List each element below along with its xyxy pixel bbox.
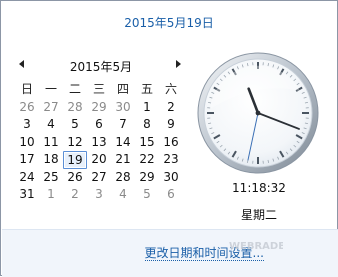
calendar-day[interactable]: 30 xyxy=(159,169,183,187)
calendar-week-row: 24 25 26 27 28 29 30 xyxy=(15,169,183,187)
weekday-header: 四 xyxy=(111,81,135,99)
calendar-nav: 2015年5月 xyxy=(15,58,187,74)
calendar-day[interactable]: 28 xyxy=(63,99,87,117)
calendar-day[interactable]: 4 xyxy=(39,116,63,134)
calendar-day[interactable]: 22 xyxy=(135,151,159,169)
calendar-day[interactable]: 3 xyxy=(15,116,39,134)
weekday-header: 三 xyxy=(87,81,111,99)
calendar-day[interactable]: 9 xyxy=(159,116,183,134)
calendar-day[interactable]: 5 xyxy=(135,186,159,204)
calendar-day[interactable]: 10 xyxy=(15,134,39,152)
calendar-day[interactable]: 6 xyxy=(159,186,183,204)
calendar-day[interactable]: 2 xyxy=(159,99,183,117)
watermark-logo: WEBRADE xyxy=(227,236,283,254)
month-title[interactable]: 2015年5月 xyxy=(15,58,187,75)
next-month-icon[interactable] xyxy=(176,60,181,68)
footer-bar: 更改日期和时间设置... xyxy=(2,229,338,277)
calendar-day[interactable]: 5 xyxy=(63,116,87,134)
calendar-day[interactable]: 31 xyxy=(15,186,39,204)
calendar-day[interactable]: 1 xyxy=(135,99,159,117)
calendar-week-row: 3 4 5 6 7 8 9 xyxy=(15,116,183,134)
calendar-week-row: 26 27 28 29 30 1 2 xyxy=(15,99,183,117)
digital-time: 11:18:32 xyxy=(219,181,299,195)
calendar-week-row: 10 11 12 13 14 15 16 xyxy=(15,134,183,152)
calendar-day[interactable]: 7 xyxy=(111,116,135,134)
calendar-day[interactable]: 13 xyxy=(87,134,111,152)
calendar-day[interactable]: 29 xyxy=(87,99,111,117)
weekday-label: 星期二 xyxy=(219,206,299,223)
calendar-day[interactable]: 27 xyxy=(87,169,111,187)
weekday-header: 日 xyxy=(15,81,39,99)
current-date-link[interactable]: 2015年5月19日 xyxy=(1,14,337,31)
calendar-day[interactable]: 27 xyxy=(39,99,63,117)
calendar-day[interactable]: 1 xyxy=(39,186,63,204)
calendar-day[interactable]: 15 xyxy=(135,134,159,152)
calendar-day[interactable]: 11 xyxy=(39,134,63,152)
weekday-header: 五 xyxy=(135,81,159,99)
calendar-day[interactable]: 3 xyxy=(87,186,111,204)
calendar-day[interactable]: 26 xyxy=(63,169,87,187)
weekday-header: 二 xyxy=(63,81,87,99)
calendar-day[interactable]: 16 xyxy=(159,134,183,152)
calendar-day[interactable]: 12 xyxy=(63,134,87,152)
calendar-day[interactable]: 17 xyxy=(15,151,39,169)
weekday-header: 六 xyxy=(159,81,183,99)
calendar-day[interactable]: 25 xyxy=(39,169,63,187)
datetime-flyout: 2015年5月19日 2015年5月 日 一 二 三 四 五 六 26 27 2… xyxy=(0,0,338,276)
calendar-day[interactable]: 6 xyxy=(87,116,111,134)
calendar-week-row: 31 1 2 3 4 5 6 xyxy=(15,186,183,204)
calendar-day[interactable]: 26 xyxy=(15,99,39,117)
calendar-day[interactable]: 2 xyxy=(63,186,87,204)
weekday-header: 一 xyxy=(39,81,63,99)
calendar-day[interactable]: 20 xyxy=(87,151,111,169)
calendar-day[interactable]: 28 xyxy=(111,169,135,187)
calendar-day-today[interactable]: 19 xyxy=(63,151,87,169)
calendar-day[interactable]: 4 xyxy=(111,186,135,204)
calendar-day[interactable]: 24 xyxy=(15,169,39,187)
calendar-day[interactable]: 21 xyxy=(111,151,135,169)
calendar-grid: 日 一 二 三 四 五 六 26 27 28 29 30 1 2 3 4 5 6… xyxy=(15,81,183,204)
analog-clock xyxy=(196,51,320,175)
calendar-day[interactable]: 29 xyxy=(135,169,159,187)
weekday-header-row: 日 一 二 三 四 五 六 xyxy=(15,81,183,99)
calendar-day[interactable]: 14 xyxy=(111,134,135,152)
svg-text:WEBRADE: WEBRADE xyxy=(229,241,283,252)
calendar-day[interactable]: 30 xyxy=(111,99,135,117)
calendar-day[interactable]: 18 xyxy=(39,151,63,169)
calendar-day[interactable]: 8 xyxy=(135,116,159,134)
calendar-day[interactable]: 23 xyxy=(159,151,183,169)
calendar-week-row: 17 18 19 20 21 22 23 xyxy=(15,151,183,169)
clock-center-cap xyxy=(256,111,261,116)
